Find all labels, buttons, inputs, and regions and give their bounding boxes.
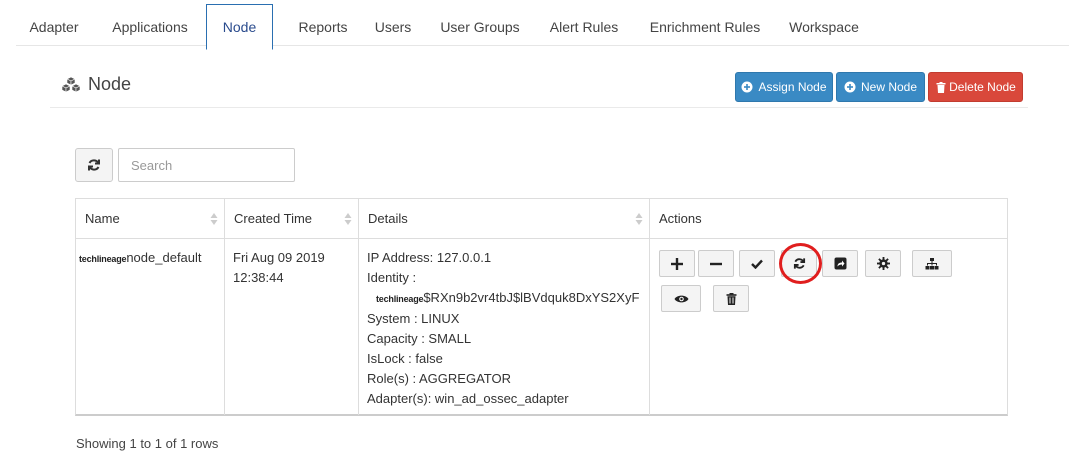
cell-details: IP Address: 127.0.0.1 Identity : techlin… [359,239,650,415]
delete-button[interactable] [713,285,749,312]
approve-button[interactable] [739,250,775,277]
detail-adapters: Adapter(s): win_ad_ossec_adapter [367,391,569,406]
new-node-button[interactable]: New Node [836,72,925,102]
logo-text: techlineage [376,294,424,304]
created-date: Fri Aug 09 2019 [233,250,325,265]
search-input[interactable] [118,148,295,182]
tab-applications[interactable]: Applications [100,4,200,50]
column-header-details[interactable]: Details [359,199,650,239]
tab-node[interactable]: Node [206,4,273,50]
column-header-name[interactable]: Name [76,199,225,239]
sort-icon [635,212,643,229]
tab-workspace[interactable]: Workspace [786,4,862,50]
column-header-actions: Actions [650,199,1007,239]
cell-name: techlineagenode_default [76,239,225,415]
trash-icon [935,81,947,93]
detail-system: System : LINUX [367,311,460,326]
column-header-label: Name [85,211,120,226]
hierarchy-button[interactable] [912,250,952,277]
tab-users[interactable]: Users [368,4,418,50]
detail-roles: Role(s) : AGGREGATOR [367,371,511,386]
detail-capacity: Capacity : SMALL [367,331,472,346]
column-header-label: Details [368,211,408,226]
tab-reports[interactable]: Reports [284,4,362,50]
refresh-icon [793,257,806,270]
top-nav: Adapter Applications Node Reports Users … [16,4,1069,50]
plus-icon [671,257,683,270]
detail-identity-value: $RXn9b2vr4tbJ$lBVdquk8DxYS2XyF [423,290,640,305]
view-button[interactable] [661,285,701,312]
share-button[interactable] [822,250,858,277]
cubes-icon [60,76,82,94]
settings-button[interactable] [865,250,901,277]
sync-button[interactable] [781,250,817,277]
delete-node-label: Delete Node [949,80,1016,94]
sort-icon [344,212,352,229]
logo-text: techlineage [79,254,127,264]
remove-button[interactable] [698,250,734,277]
created-time: 12:38:44 [233,270,284,285]
add-button[interactable] [659,250,695,277]
check-icon [751,259,763,269]
tab-alert-rules[interactable]: Alert Rules [544,4,624,50]
detail-ip: IP Address: 127.0.0.1 [367,250,492,265]
refresh-icon [87,158,101,172]
refresh-button[interactable] [75,148,113,182]
plus-circle-icon [844,81,856,93]
page-title: Node [60,74,131,95]
assign-node-button[interactable]: Assign Node [735,72,833,102]
sort-icon [210,212,218,229]
nodes-table: Name Created Time Details Actions techli… [75,198,1008,416]
trash-icon [726,292,737,305]
tab-adapter[interactable]: Adapter [16,4,92,50]
pagination-info: Showing 1 to 1 of 1 rows [76,436,219,451]
sitemap-icon [925,257,939,270]
detail-identity: techlineage$RXn9b2vr4tbJ$lBVdquk8DxYS2Xy… [367,288,641,309]
gear-icon [876,257,890,270]
cell-created-time: Fri Aug 09 2019 12:38:44 [225,239,359,415]
eye-icon [674,294,689,304]
tab-enrichment-rules[interactable]: Enrichment Rules [646,4,764,50]
assign-node-label: Assign Node [758,80,827,94]
detail-islock: IsLock : false [367,351,443,366]
share-square-icon [834,257,847,270]
column-header-label: Created Time [234,211,313,226]
new-node-label: New Node [860,80,918,94]
column-header-created-time[interactable]: Created Time [225,199,359,239]
minus-icon [710,258,722,270]
delete-node-button[interactable]: Delete Node [928,72,1023,102]
node-name: node_default [126,250,202,265]
tab-user-groups[interactable]: User Groups [436,4,524,50]
page-title-text: Node [88,74,132,94]
plus-circle-icon [741,81,753,93]
column-header-label: Actions [659,211,702,226]
detail-identity-label: Identity : [367,270,417,285]
